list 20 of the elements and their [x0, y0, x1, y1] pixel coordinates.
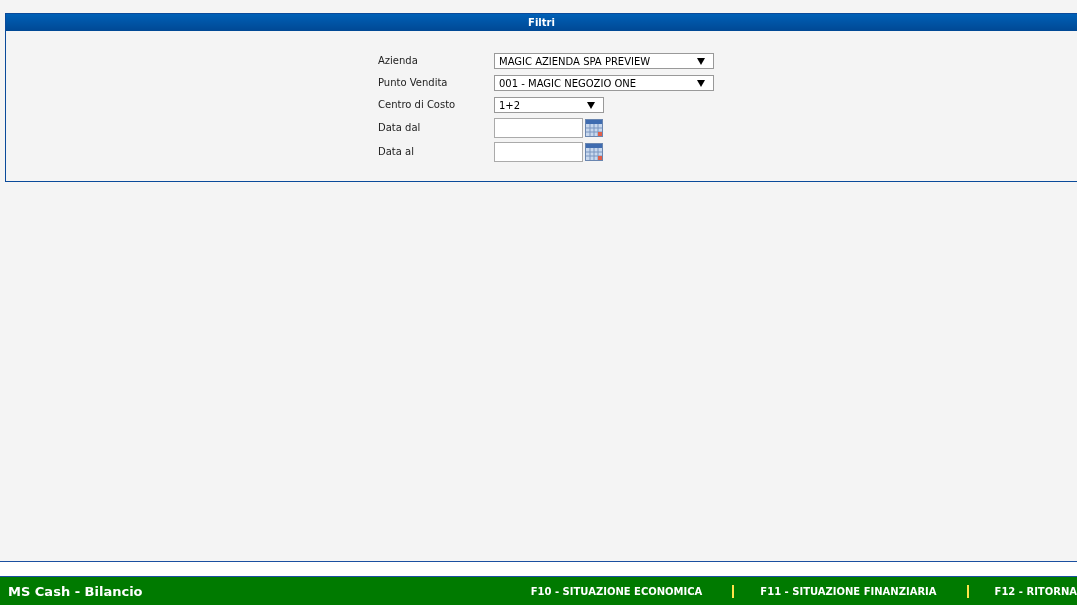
field-label: Azienda: [378, 54, 419, 68]
shortcut-link[interactable]: F10 - SITUAZIONE ECONOMICA: [530, 585, 703, 597]
shortcut-link[interactable]: F11 - SITUAZIONE FINANZIARIA: [760, 585, 937, 597]
field-label: Data al: [378, 145, 415, 159]
dropdown[interactable]: 1+2: [494, 97, 604, 113]
calendar-icon[interactable]: [585, 143, 603, 161]
date-field[interactable]: [494, 142, 583, 162]
calendar-icon[interactable]: [585, 119, 603, 137]
field-label: Punto Vendita: [378, 76, 449, 90]
field-label: Centro di Costo: [378, 98, 457, 112]
app-title: MS Cash - Bilancio: [8, 583, 143, 599]
panel-title: Filtri: [6, 14, 1077, 31]
caret-icon: [697, 79, 705, 87]
caret-icon: [587, 101, 595, 109]
caret-icon: [697, 57, 705, 65]
field-label: Data dal: [378, 121, 422, 135]
dropdown[interactable]: MAGIC AZIENDA SPA PREVIEW: [494, 53, 714, 69]
shortcut-link[interactable]: F12 - RITORNA: [994, 585, 1077, 597]
date-field[interactable]: [494, 118, 583, 138]
dropdown[interactable]: 001 - MAGIC NEGOZIO ONE: [494, 75, 714, 91]
